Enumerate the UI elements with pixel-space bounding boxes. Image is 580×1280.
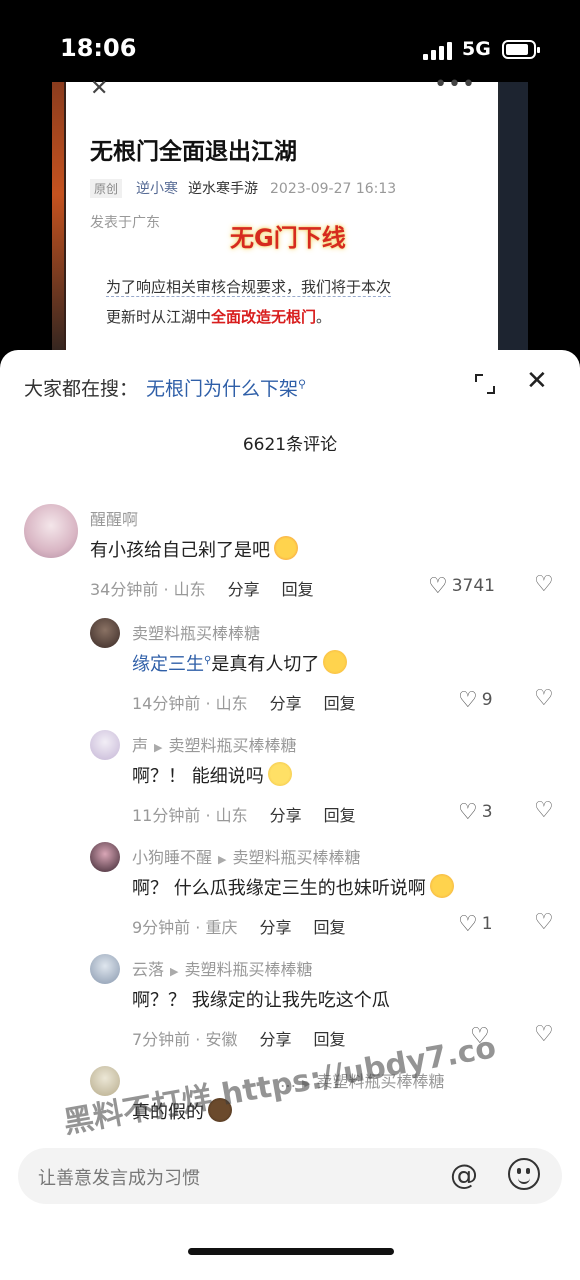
share-button[interactable]: 分享: [270, 694, 302, 713]
article-datetime: 2023-09-27 16:13: [270, 181, 397, 197]
crying-emoji-icon: [323, 650, 348, 674]
expand-icon[interactable]: [475, 374, 495, 394]
emoji-icon: [267, 762, 292, 786]
reply-button[interactable]: 回复: [313, 918, 345, 937]
mention-icon[interactable]: @: [450, 1158, 478, 1191]
comment-meta: 7分钟前 · 安徽 分享 回复: [132, 1030, 346, 1049]
search-icon: ⚲: [298, 377, 307, 391]
article-body: 为了响应相关审核合规要求，我们将于本次 更新时从江湖中全面改造无根门。: [106, 278, 392, 326]
comment-sheet: 大家都在搜： 无根门为什么下架⚲ ✕ 6621条评论 醒醒啊 有小孩给自己剁了是吧…: [0, 350, 580, 1280]
emoji-picker-icon[interactable]: [508, 1158, 540, 1190]
avatar[interactable]: [90, 730, 120, 760]
more-icon: •••: [434, 72, 476, 97]
article-author: 逆小寒: [136, 181, 179, 197]
article-banner: 无G门下线: [230, 224, 346, 252]
article-body-line1: 为了响应相关审核合规要求，我们将于本次: [106, 278, 392, 297]
comment-text: 啊？？ 我缘定的让我先吃这个瓜: [132, 990, 390, 1011]
comment-text: 有小孩给自己剁了是吧: [90, 536, 298, 562]
like-button[interactable]: ♡ 9: [458, 688, 493, 713]
like-button[interactable]: ♡ 3741: [428, 574, 495, 599]
reply-arrow-icon: ▶: [154, 741, 163, 754]
dislike-icon[interactable]: ♡: [534, 910, 554, 935]
comment-meta: 11分钟前 · 山东 分享 回复: [132, 806, 356, 825]
avatar[interactable]: [24, 504, 78, 558]
comment-input-placeholder: 让善意发言成为习惯: [38, 1168, 200, 1189]
shocked-emoji-icon: [429, 874, 454, 898]
comment-text: 啊？！ 能细说吗: [132, 762, 292, 788]
signal-icon: [423, 42, 455, 60]
original-tag: 原创: [90, 179, 123, 198]
reply-button[interactable]: 回复: [324, 806, 356, 825]
avatar[interactable]: [90, 954, 120, 984]
comment-meta: 9分钟前 · 重庆 分享 回复: [132, 918, 346, 937]
comment-author[interactable]: 卖塑料瓶买棒棒糖: [132, 620, 260, 644]
heart-icon: ♡: [458, 912, 478, 937]
emoji-icon: [274, 536, 298, 560]
heart-icon: ♡: [428, 574, 448, 599]
article-card: ✕ ••• 无根门全面退出江湖 原创 逆小寒 逆水寒手游 2023-09-27 16:…: [66, 72, 498, 352]
avatar[interactable]: [90, 618, 120, 648]
reply-arrow-icon: ▶: [170, 965, 179, 978]
reply-button[interactable]: 回复: [282, 580, 314, 599]
heart-icon: ♡: [458, 800, 478, 825]
avatar[interactable]: [90, 842, 120, 872]
search-prefix: 大家都在搜：: [24, 378, 139, 400]
comment-author[interactable]: 小狗睡不醒 ▶ 卖塑料瓶买棒棒糖: [132, 844, 361, 868]
comment-text: 缘定三生⚲是真有人切了: [132, 650, 348, 676]
comment-author[interactable]: 醒醒啊: [90, 506, 138, 530]
reply-arrow-icon: ▶: [218, 853, 227, 866]
close-icon: ✕: [90, 76, 109, 101]
article-location: 发表于广东: [90, 215, 160, 231]
share-button[interactable]: 分享: [259, 1030, 291, 1049]
article-meta: 原创 逆小寒 逆水寒手游 2023-09-27 16:13: [90, 178, 396, 198]
comment-count: 6621条评论: [242, 435, 338, 455]
comment-meta: 14分钟前 · 山东 分享 回复: [132, 694, 356, 713]
dislike-icon[interactable]: ♡: [534, 686, 554, 711]
network-type: 5G: [462, 38, 491, 60]
search-suggestion[interactable]: 大家都在搜： 无根门为什么下架⚲: [24, 374, 306, 401]
reply-button[interactable]: 回复: [313, 1030, 345, 1049]
home-indicator[interactable]: [188, 1248, 394, 1255]
battery-icon: [502, 40, 540, 59]
comment-author[interactable]: 云落 ▶ 卖塑料瓶买棒棒糖: [132, 956, 313, 980]
heart-icon: ♡: [458, 688, 478, 713]
status-time: 18:06: [60, 34, 137, 62]
article-title: 无根门全面退出江湖: [90, 139, 297, 165]
article-account: 逆水寒手游: [188, 181, 259, 197]
reply-button[interactable]: 回复: [324, 694, 356, 713]
search-keyword[interactable]: 无根门为什么下架⚲: [146, 378, 306, 400]
dislike-icon[interactable]: ♡: [534, 798, 554, 823]
comment-input[interactable]: 让善意发言成为习惯 @: [18, 1148, 562, 1204]
share-button[interactable]: 分享: [259, 918, 291, 937]
status-bar: 18:06 5G: [0, 0, 580, 80]
comment-author[interactable]: 声 ▶ 卖塑料瓶买棒棒糖: [132, 732, 297, 756]
comment-text: 啊？ 什么瓜我缘定三生的也妹听说啊: [132, 874, 454, 900]
like-button[interactable]: ♡ 3: [458, 800, 493, 825]
dislike-icon[interactable]: ♡: [534, 572, 554, 597]
like-button[interactable]: ♡ 1: [458, 912, 493, 937]
share-button[interactable]: 分享: [270, 806, 302, 825]
dislike-icon[interactable]: ♡: [534, 1022, 554, 1047]
keyword-link[interactable]: 缘定三生⚲: [132, 654, 211, 675]
close-sheet-button[interactable]: ✕: [526, 366, 548, 396]
share-button[interactable]: 分享: [228, 580, 260, 599]
article-highlight: 全面改造无根门: [211, 308, 317, 326]
comment-meta: 34分钟前 · 山东 分享 回复: [90, 580, 314, 599]
